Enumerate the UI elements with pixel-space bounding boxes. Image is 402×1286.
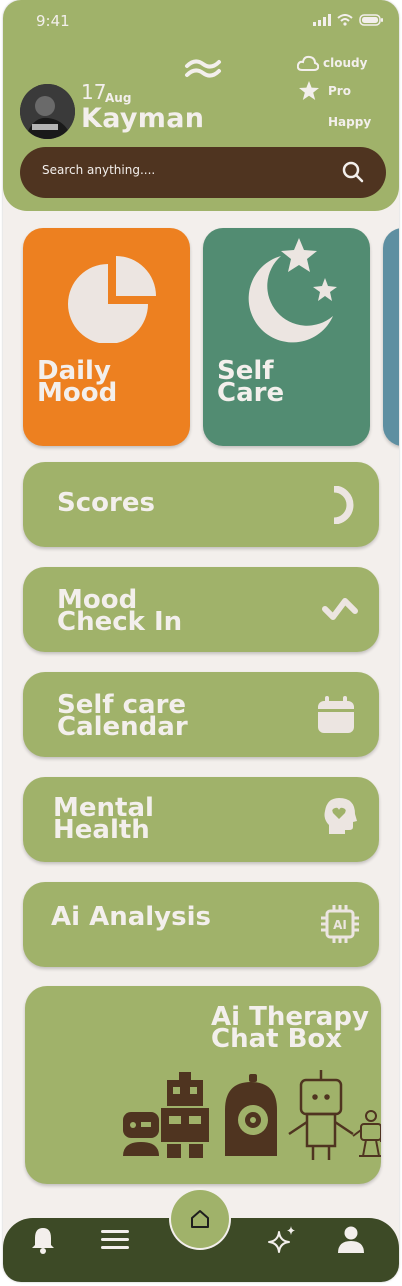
robot-tiny-icon xyxy=(352,1110,381,1157)
mental-health-line2: Health xyxy=(53,815,150,845)
plan-label: Pro xyxy=(328,83,351,98)
wifi-icon xyxy=(337,14,353,26)
calendar-icon xyxy=(318,696,354,733)
head-heart-icon xyxy=(324,798,357,834)
weather-status: cloudy xyxy=(297,55,367,71)
plan-status: Pro xyxy=(299,81,351,100)
sparkle-icon[interactable] xyxy=(267,1226,297,1254)
mental-health-row[interactable]: Mental Health xyxy=(23,777,379,862)
self-care-label: Self Care xyxy=(217,358,285,408)
self-care-calendar-row[interactable]: Self care Calendar xyxy=(23,672,379,757)
mood-label: Happy xyxy=(328,115,372,129)
menu-icon[interactable] xyxy=(101,1229,129,1251)
self-care-calendar-label: Self care Calendar xyxy=(57,692,188,742)
ai-therapy-label: Ai Therapy Chat Box xyxy=(211,1004,369,1052)
ai-analysis-label: Ai Analysis xyxy=(51,902,211,932)
self-care-line2: Care xyxy=(217,378,285,408)
progress-arc-icon xyxy=(333,486,354,524)
search-icon[interactable] xyxy=(342,161,364,183)
daily-mood-card[interactable]: Daily Mood xyxy=(23,228,190,446)
bell-icon[interactable] xyxy=(31,1226,55,1254)
header: 9:41 17 Aug Kayman cloudy Pro Happy Sear… xyxy=(3,0,399,211)
home-icon xyxy=(191,1210,209,1228)
ai-analysis-row[interactable]: Ai Analysis AI xyxy=(23,882,379,967)
search-bar[interactable] xyxy=(20,147,386,198)
robot-small-icon xyxy=(123,1112,159,1156)
user-icon[interactable] xyxy=(337,1226,365,1254)
cloud-icon xyxy=(297,55,319,71)
scores-row[interactable]: Scores xyxy=(23,462,379,547)
scores-label: Scores xyxy=(57,488,155,518)
trend-check-icon xyxy=(322,598,358,620)
svg-text:AI: AI xyxy=(333,918,347,932)
daily-mood-label: Daily Mood xyxy=(37,358,118,408)
status-icons xyxy=(313,14,383,26)
robot-tall-icon xyxy=(288,1070,354,1160)
mental-health-label: Mental Health xyxy=(53,795,154,845)
pie-chart-icon xyxy=(68,256,156,343)
robot-round-icon xyxy=(225,1074,277,1156)
next-card-peek[interactable] xyxy=(383,228,399,446)
mood-check-in-label: Mood Check In xyxy=(57,587,183,637)
calendar-line2: Calendar xyxy=(57,712,188,742)
mood-check-in-line2: Check In xyxy=(57,607,183,637)
battery-icon xyxy=(359,14,383,26)
status-time: 9:41 xyxy=(36,12,70,30)
ai-chip-icon: AI xyxy=(321,905,359,943)
app-frame: 9:41 17 Aug Kayman cloudy Pro Happy Sear… xyxy=(3,0,399,1282)
search-input[interactable] xyxy=(40,162,334,178)
weather-label: cloudy xyxy=(323,56,368,70)
home-button[interactable] xyxy=(171,1190,229,1248)
robots-illustration xyxy=(123,1070,381,1160)
moon-stars-icon xyxy=(248,238,337,343)
self-care-card[interactable]: Self Care xyxy=(203,228,370,446)
user-name: Kayman xyxy=(81,103,205,134)
date-day: 17 xyxy=(81,80,107,104)
logo-icon xyxy=(185,59,221,78)
signal-icon xyxy=(313,14,331,26)
mood-check-in-row[interactable]: Mood Check In xyxy=(23,567,379,652)
ai-therapy-chat-card[interactable]: Ai Therapy Chat Box xyxy=(25,986,381,1184)
daily-mood-line2: Mood xyxy=(37,378,118,408)
robot-box-icon xyxy=(161,1072,209,1158)
avatar-photo xyxy=(20,84,75,139)
avatar[interactable] xyxy=(20,84,75,139)
star-icon xyxy=(299,81,319,100)
